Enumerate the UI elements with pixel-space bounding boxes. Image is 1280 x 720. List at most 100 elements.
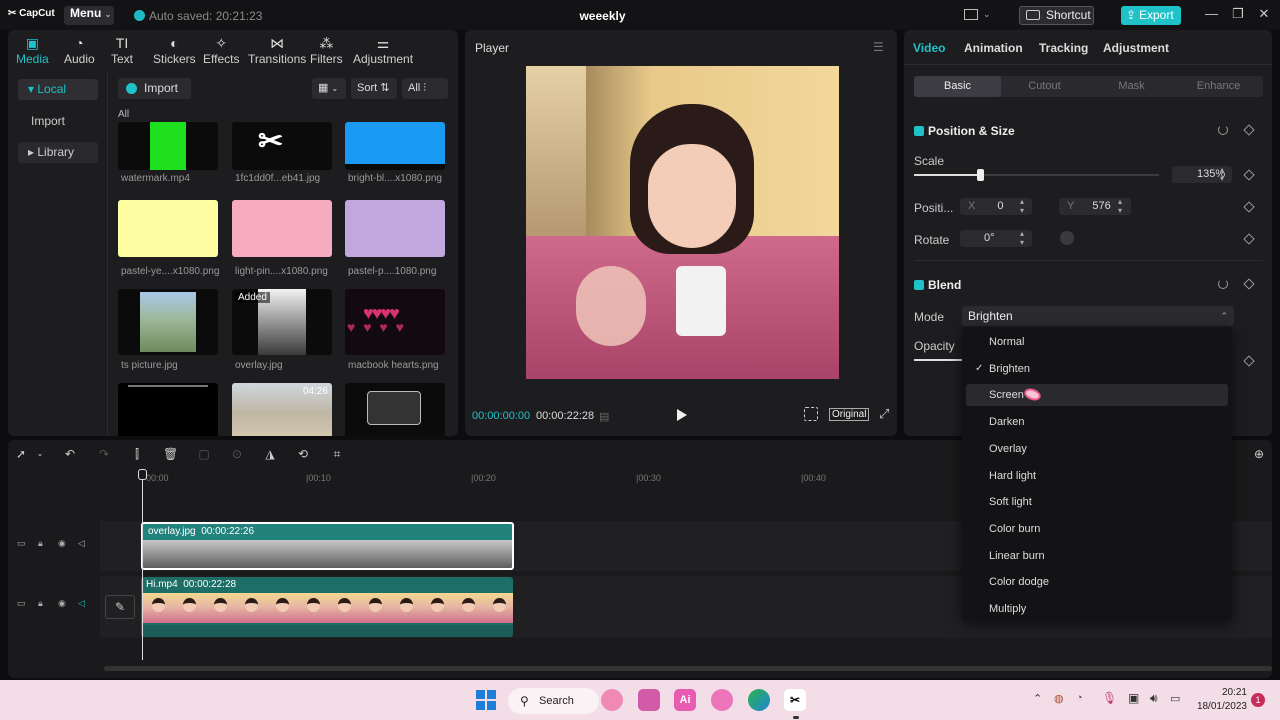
blend-option-screen[interactable]: Screen [966, 384, 1228, 407]
tray-app-icon[interactable]: ◔ [1076, 692, 1083, 704]
checkbox-icon[interactable] [914, 280, 924, 290]
position-size-section[interactable]: Position & Size [914, 124, 1015, 138]
blend-option-overlay[interactable]: Overlay [966, 438, 1228, 460]
windows-start-icon[interactable] [476, 690, 496, 710]
blend-section[interactable]: Blend [914, 278, 961, 292]
view-mode-button[interactable]: ▦ ⌄ [312, 78, 346, 99]
media-thumb-light-pink[interactable] [232, 200, 332, 257]
import-button[interactable]: Import [118, 78, 191, 99]
app-capcut-icon[interactable]: ✂ [784, 689, 806, 711]
undo-icon[interactable]: ↶ [63, 447, 77, 461]
speaker-icon[interactable]: ◁ [78, 538, 85, 549]
blend-option-hard-light[interactable]: Hard light [966, 465, 1228, 487]
tab-media[interactable]: ▣ Media [16, 34, 49, 70]
tab-transitions[interactable]: ⋈ Transitions [248, 34, 306, 70]
minimize-icon[interactable]: — [1205, 7, 1218, 21]
media-thumb-watermark[interactable] [118, 122, 218, 170]
lock-icon[interactable]: 🔒︎ [38, 538, 43, 549]
subtab-enhance[interactable]: Enhance [1175, 76, 1262, 97]
edit-cover-icon[interactable]: ✎ [105, 595, 135, 619]
media-thumb-pastel-purple[interactable] [345, 200, 445, 257]
eye-icon[interactable]: ◉ [58, 598, 66, 609]
crop-icon[interactable]: ⌗ [330, 447, 344, 461]
blend-option-linear-burn[interactable]: Linear burn [966, 545, 1228, 567]
stepper-icon[interactable]: ▴ ▾ [1118, 197, 1122, 215]
keyframe-icon[interactable] [1243, 169, 1255, 181]
split-icon[interactable]: ⫿ [130, 447, 144, 461]
reverse-icon[interactable]: ⊙ [230, 447, 244, 461]
subtab-basic[interactable]: Basic [914, 76, 1001, 97]
export-button[interactable]: ⇪ Export [1121, 6, 1181, 25]
stepper-icon[interactable]: ▴ ▾ [1020, 197, 1024, 215]
delete-icon[interactable]: 🗑 [163, 447, 178, 461]
tab-filters[interactable]: ⁂ Filters [310, 34, 343, 70]
tab-tracking[interactable]: Tracking [1039, 41, 1088, 55]
tab-effects[interactable]: ✧ Effects [203, 34, 239, 70]
keyframe-icon[interactable] [1243, 124, 1255, 136]
reset-icon[interactable] [1218, 125, 1228, 135]
original-ratio-button[interactable]: Original [829, 408, 870, 421]
keyframe-icon[interactable] [1243, 278, 1255, 290]
rotate-icon[interactable]: ⟲ [296, 447, 310, 461]
microphone-icon[interactable]: 🎙︎ [1102, 691, 1117, 705]
video-clip[interactable]: Hi.mp4 00:00:22:28 [141, 577, 513, 637]
app-pinwheel-icon[interactable] [601, 689, 623, 711]
restore-icon[interactable]: ❐ [1232, 7, 1244, 21]
tab-animation[interactable]: Animation [964, 41, 1023, 55]
overlay-clip[interactable]: overlay.jpg 00:00:22:26 [141, 522, 514, 570]
media-thumb-black[interactable] [118, 383, 218, 436]
blend-mode-select[interactable]: Brighten ⌃ [962, 306, 1234, 326]
blend-option-color-burn[interactable]: Color burn [966, 518, 1228, 540]
zoom-in-icon[interactable]: ⊕ [1252, 447, 1266, 461]
clock-time[interactable]: 20:21 [1213, 687, 1247, 698]
play-icon[interactable] [676, 408, 688, 422]
chevron-down-icon[interactable]: ⌄ [33, 447, 47, 461]
redo-icon[interactable]: ↷ [97, 447, 111, 461]
menu-button[interactable]: Menu ⌄ [64, 6, 114, 25]
lock-icon[interactable]: 🔒︎ [38, 598, 43, 609]
sidebar-item-import[interactable]: Import [18, 111, 98, 132]
chevron-up-icon[interactable]: ⌃ [1033, 692, 1042, 705]
battery-icon[interactable]: ▭ [1170, 692, 1180, 705]
filter-button[interactable]: All ⫶ [402, 78, 448, 99]
scale-slider-handle[interactable] [977, 169, 984, 181]
tray-app-icon[interactable]: ◍ [1054, 692, 1064, 705]
keyframe-icon[interactable] [1243, 233, 1255, 245]
tray-screen-icon[interactable]: ▣ [1128, 691, 1139, 705]
select-cursor-icon[interactable]: ➚ [14, 447, 28, 461]
taskbar-search[interactable]: ⚲ Search [508, 688, 599, 714]
blend-option-normal[interactable]: Normal [966, 331, 1228, 353]
tab-audio[interactable]: ◔ Audio [64, 34, 95, 70]
freeze-icon[interactable]: ▢ [197, 447, 211, 461]
sort-button[interactable]: Sort ⇅ [351, 78, 397, 99]
chevron-down-icon[interactable]: ⌄ [983, 9, 991, 20]
fit-screen-icon[interactable] [804, 407, 818, 421]
sidebar-item-local[interactable]: ▾ Local [18, 79, 98, 100]
rotate-dial[interactable] [1060, 231, 1074, 245]
speaker-icon[interactable]: ◁ [78, 598, 85, 609]
layout-icon[interactable] [964, 9, 978, 20]
fullscreen-icon[interactable]: ⤢ [879, 406, 889, 422]
subtab-cutout[interactable]: Cutout [1001, 76, 1088, 97]
tab-stickers[interactable]: ◐ Stickers [153, 34, 196, 70]
reset-icon[interactable] [1218, 279, 1228, 289]
timecode-grid-icon[interactable]: ▤ [599, 410, 609, 423]
opacity-slider-fill[interactable] [914, 359, 962, 361]
media-thumb-pastel-yellow[interactable] [118, 200, 218, 257]
close-icon[interactable]: ✕ [1258, 7, 1270, 21]
stepper-icon[interactable]: ▴ ▾ [1020, 229, 1024, 247]
clock-date[interactable]: 18/01/2023 [1193, 701, 1247, 712]
shortcut-button[interactable]: Shortcut [1019, 6, 1094, 25]
eye-icon[interactable]: ◉ [58, 538, 66, 549]
app-illustrator-icon[interactable]: Ai [674, 689, 696, 711]
media-thumb-beach-video[interactable]: 04:26 [232, 383, 332, 436]
playhead[interactable] [142, 470, 143, 660]
tab-adjustment[interactable]: Adjustment [1103, 41, 1169, 55]
volume-icon[interactable]: 🔊︎ [1150, 691, 1158, 706]
app-discord-icon[interactable] [711, 689, 733, 711]
track-type-icon[interactable]: ▭ [17, 598, 26, 609]
tab-adjustment[interactable]: ⚌ Adjustment [353, 34, 413, 70]
sidebar-item-library[interactable]: ▸ Library [18, 142, 98, 163]
media-thumb-cassette[interactable] [345, 383, 445, 436]
media-thumb-bright-blue[interactable] [345, 122, 445, 170]
